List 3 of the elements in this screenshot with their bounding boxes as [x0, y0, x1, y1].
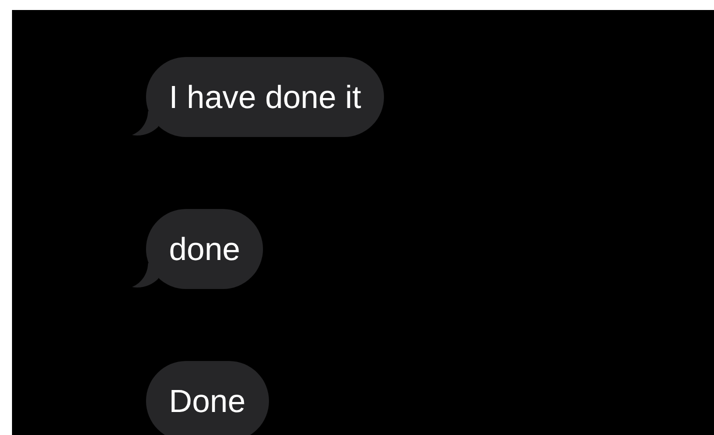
- message-bubble: I have done it: [146, 57, 384, 137]
- message-bubble: Done: [146, 361, 268, 435]
- message-bubble: done: [146, 209, 264, 289]
